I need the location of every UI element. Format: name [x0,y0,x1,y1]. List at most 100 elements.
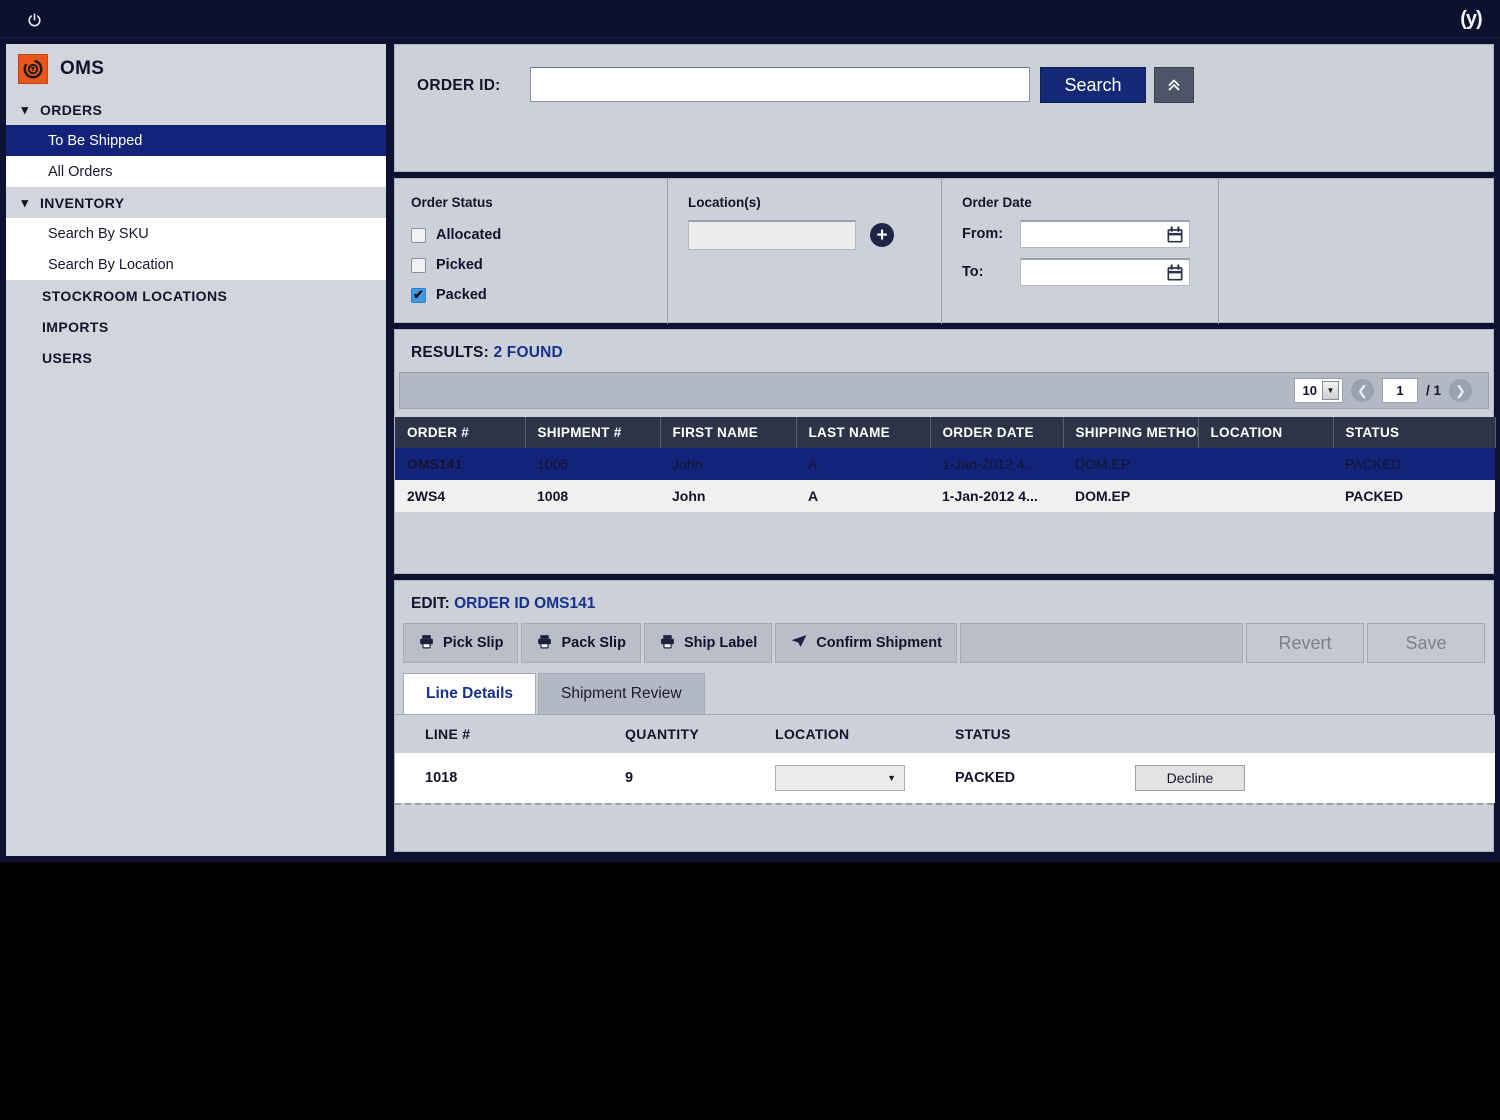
sidebar-item-all-orders[interactable]: All Orders [6,156,386,187]
chevron-down-icon: ▾ [21,101,29,117]
checkbox-box [411,227,426,243]
order-id-label: ORDER ID: [417,77,501,94]
sidebar-section-inventory[interactable]: ▾ INVENTORY [6,187,386,218]
confirm-shipment-button[interactable]: Confirm Shipment [775,623,957,663]
line-column-location: LOCATION [745,715,925,753]
line-column-actions [1105,715,1495,753]
column-header-first-name[interactable]: FIRST NAME [660,417,797,448]
sidebar-item-users[interactable]: USERS [6,342,386,373]
save-button[interactable]: Save [1367,623,1485,663]
checkbox-packed[interactable]: ✔ Packed [411,280,667,310]
date-to-input[interactable] [1021,260,1157,285]
cell-order: 2WS4 [395,480,525,512]
search-button[interactable]: Search [1040,67,1146,103]
column-header-shipment[interactable]: SHIPMENT # [525,417,661,448]
line-column-line: LINE # [395,715,595,753]
tab-line-details[interactable]: Line Details [403,673,536,714]
column-header-order[interactable]: ORDER # [395,417,526,448]
sidebar: OMS ▾ ORDERS To Be Shipped All Orders ▾ … [6,44,388,856]
pick-slip-button[interactable]: Pick Slip [403,623,519,663]
line-details-area: LINE # QUANTITY LOCATION STATUS 1018 9 ▼… [395,714,1495,851]
tab-shipment-review[interactable]: Shipment Review [538,673,705,714]
line-cell-status: PACKED [925,753,1105,803]
page-size-select[interactable]: 10 ▼ [1293,378,1343,403]
pack-slip-button[interactable]: Pack Slip [521,623,641,663]
power-icon[interactable] [22,8,46,32]
edit-heading: EDIT: ORDER ID OMS141 [395,581,1493,623]
filters-panel: Order Status Allocated Picked ✔ Packed L… [394,178,1494,324]
ship-label-label: Ship Label [683,635,758,651]
oms-logo-icon [18,54,48,84]
line-item-row: 1018 9 ▼ PACKED Decline [395,753,1495,803]
column-header-order-date[interactable]: ORDER DATE [930,417,1064,448]
results-filler [395,512,1493,550]
sidebar-section-orders[interactable]: ▾ ORDERS [6,94,386,125]
edit-prefix: EDIT: [411,595,455,612]
line-details-footer [395,803,1493,851]
column-header-location[interactable]: LOCATION [1198,417,1334,448]
checkbox-box [411,257,426,273]
sidebar-section-label: ORDERS [40,101,103,118]
chevron-double-up-icon[interactable] [1154,67,1194,103]
checkbox-label: Allocated [436,227,502,243]
pagination-bar: 10 ▼ ❮ / 1 ❯ [399,372,1489,409]
sidebar-section-label: USERS [42,349,93,366]
cell-status: PACKED [1333,480,1495,512]
chevron-down-icon: ▼ [887,773,896,783]
date-to-field[interactable] [1020,258,1190,286]
results-panel: RESULTS: 2 FOUND 10 ▼ ❮ / 1 ❯ [394,329,1496,574]
printer-icon [659,633,676,654]
prev-page-button[interactable]: ❮ [1350,379,1374,402]
main-content: ORDER ID: Search Order Status Allocated [394,44,1496,856]
next-page-button[interactable]: ❯ [1449,379,1472,402]
cell-shipment: 1008 [525,480,660,512]
calendar-icon[interactable] [1165,263,1185,288]
sidebar-item-imports[interactable]: IMPORTS [6,311,386,342]
line-column-status: STATUS [925,715,1105,753]
checkbox-box: ✔ [411,287,426,303]
checkbox-label: Picked [436,257,483,273]
date-from-row: From: [962,220,1218,248]
revert-button[interactable]: Revert [1246,623,1364,663]
date-from-input[interactable] [1021,222,1157,247]
results-label: RESULTS: [411,344,489,361]
calendar-icon[interactable] [1165,225,1185,250]
confirm-shipment-label: Confirm Shipment [816,635,942,651]
cell-first-name: John [660,480,796,512]
sidebar-item-search-by-sku[interactable]: Search By SKU [6,218,386,249]
ship-label-button[interactable]: Ship Label [643,623,773,663]
edit-panel: EDIT: ORDER ID OMS141 Pick Slip Pack Sli… [394,580,1495,852]
results-header-row: ORDER # SHIPMENT # FIRST NAME LAST NAME … [395,417,1496,448]
column-header-status[interactable]: STATUS [1333,417,1496,448]
sidebar-item-stockroom-locations[interactable]: STOCKROOM LOCATIONS [6,280,386,311]
decline-button[interactable]: Decline [1135,765,1245,791]
sidebar-logo-row: OMS [6,44,386,94]
order-date-group: Order Date From: To: [941,179,1218,324]
app-title: OMS [60,58,105,79]
line-cell-quantity: 9 [595,753,745,803]
table-row[interactable]: 2WS4 1008 John A 1-Jan-2012 4... DOM.EP … [395,480,1495,512]
pack-slip-label: Pack Slip [561,635,626,651]
checkbox-picked[interactable]: Picked [411,250,667,280]
edit-order-id: ORDER ID OMS141 [454,595,596,612]
application-window: (y) OMS ▾ ORDERS To Be Shipped All Order… [0,0,1500,862]
table-row[interactable]: OMS141 1006 John A 1-Jan-2012 4... DOM.E… [395,448,1495,480]
cell-order: OMS141 [395,448,525,480]
column-header-shipping-method[interactable]: SHIPPING METHOD [1063,417,1199,448]
results-count: 2 FOUND [493,344,563,361]
printer-icon [536,633,553,654]
locations-row: + [688,220,941,250]
page-number-input[interactable] [1381,378,1418,403]
paper-plane-icon [790,632,808,654]
line-location-select[interactable]: ▼ [775,765,905,791]
sidebar-item-to-be-shipped[interactable]: To Be Shipped [6,125,386,156]
plus-circle-icon[interactable]: + [870,223,894,247]
sidebar-item-search-by-location[interactable]: Search By Location [6,249,386,280]
date-from-field[interactable] [1020,220,1190,248]
sidebar-item-label: To Be Shipped [48,132,143,149]
checkbox-allocated[interactable]: Allocated [411,220,667,250]
column-header-last-name[interactable]: LAST NAME [796,417,931,448]
date-from-label: From: [962,226,1004,242]
order-id-input[interactable] [530,67,1030,102]
location-input[interactable] [688,220,856,250]
